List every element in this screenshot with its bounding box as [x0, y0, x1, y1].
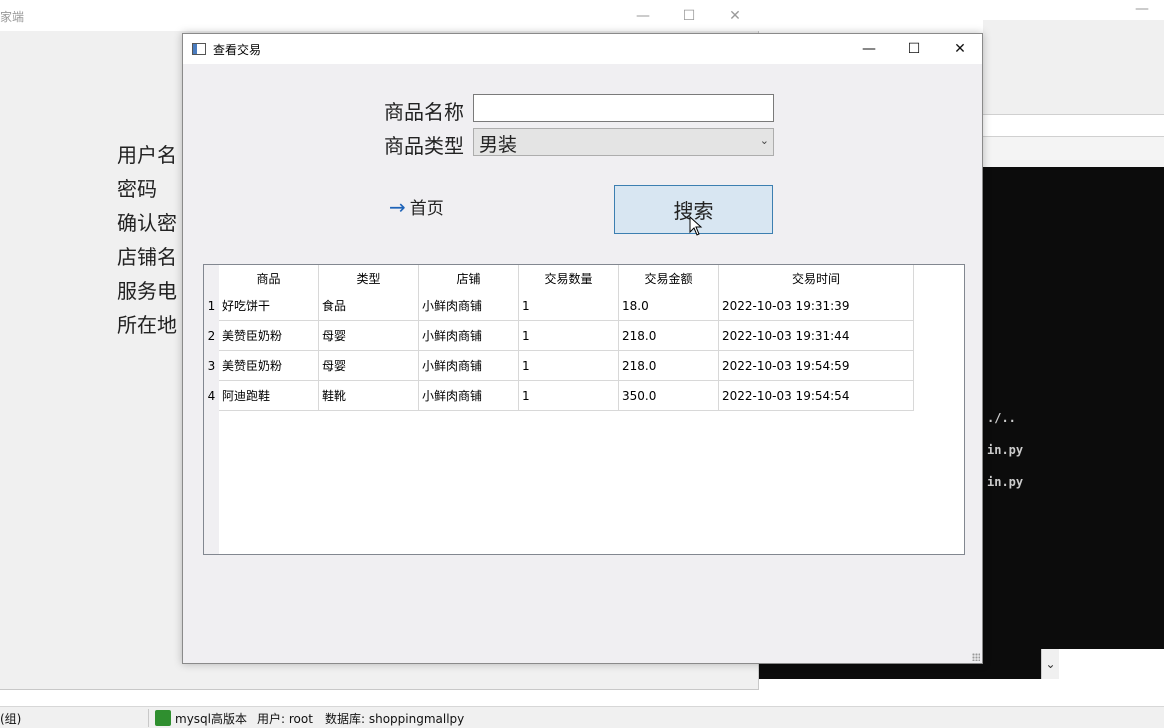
mysql-icon — [155, 710, 171, 726]
cell-amount[interactable]: 218.0 — [619, 321, 719, 351]
product-name-input[interactable] — [473, 94, 774, 122]
cell-quantity[interactable]: 1 — [519, 291, 619, 321]
right-window-body — [983, 20, 1164, 115]
product-name-label: 商品名称 — [384, 100, 464, 124]
status-bar: (组) mysql高版本 用户: root 数据库: shoppingmallp… — [0, 706, 1164, 728]
cell-type[interactable]: 鞋靴 — [319, 381, 419, 411]
status-database: 数据库: shoppingmallpy — [325, 712, 465, 726]
close-icon[interactable]: ✕ — [937, 34, 983, 64]
terminal-line: in.py — [987, 475, 1024, 489]
column-header-time[interactable]: 交易时间 — [719, 265, 914, 291]
background-window-titlebar: 家端 — ☐ ✕ — [0, 0, 759, 31]
bg-maximize-icon[interactable]: ☐ — [666, 0, 712, 31]
product-type-value: 男装 — [479, 134, 518, 156]
cell-product[interactable]: 好吃饼干 — [219, 291, 319, 321]
cell-time[interactable]: 2022-10-03 19:31:44 — [719, 321, 914, 351]
cell-type[interactable]: 母婴 — [319, 351, 419, 381]
right-window-strip — [983, 115, 1164, 137]
window-app-icon — [192, 43, 206, 55]
product-type-label: 商品类型 — [384, 134, 464, 158]
cell-product[interactable]: 美赞臣奶粉 — [219, 351, 319, 381]
background-form-labels: 用户名 密码 确认密 店铺名 服务电 所在地 — [117, 140, 183, 344]
bg-label-shopname: 店铺名 — [117, 245, 177, 269]
dialog-titlebar: 查看交易 — ☐ ✕ — [183, 34, 982, 64]
bg-close-icon[interactable]: ✕ — [712, 0, 758, 31]
right-window-header — [983, 137, 1164, 167]
cell-amount[interactable]: 18.0 — [619, 291, 719, 321]
column-header-amount[interactable]: 交易金额 — [619, 265, 719, 291]
status-user: 用户: root — [257, 712, 313, 726]
bg-label-location: 所在地 — [117, 313, 177, 337]
bg-label-confirm: 确认密 — [117, 211, 177, 235]
scroll-down-icon[interactable]: ⌄ — [1041, 649, 1059, 679]
minimize-icon[interactable]: — — [846, 34, 892, 64]
cell-product[interactable]: 阿迪跑鞋 — [219, 381, 319, 411]
arrow-right-icon: → — [389, 195, 406, 219]
cell-quantity[interactable]: 1 — [519, 381, 619, 411]
terminal-line: in.py — [987, 443, 1024, 457]
cell-amount[interactable]: 350.0 — [619, 381, 719, 411]
resize-grip-icon[interactable] — [972, 653, 980, 661]
column-header-product[interactable]: 商品 — [219, 265, 319, 291]
cell-time[interactable]: 2022-10-03 19:54:54 — [719, 381, 914, 411]
bg-label-password: 密码 — [117, 177, 157, 201]
cell-type[interactable]: 母婴 — [319, 321, 419, 351]
cell-shop[interactable]: 小鲜肉商铺 — [419, 291, 519, 321]
status-mysql-label: mysql高版本 — [175, 712, 247, 726]
cell-product[interactable]: 美赞臣奶粉 — [219, 321, 319, 351]
row-number[interactable]: 2 — [204, 321, 219, 351]
status-left-text: (组) — [0, 712, 22, 726]
row-number[interactable]: 3 — [204, 351, 219, 381]
cell-shop[interactable]: 小鲜肉商铺 — [419, 381, 519, 411]
cell-quantity[interactable]: 1 — [519, 321, 619, 351]
status-separator — [148, 709, 149, 727]
view-transactions-dialog: 查看交易 — ☐ ✕ 商品名称 商品类型 男装 ⌄ → 首页 搜索 商品 类型 店… — [182, 33, 983, 664]
dialog-title: 查看交易 — [213, 43, 262, 57]
cell-type[interactable]: 食品 — [319, 291, 419, 321]
mouse-cursor-icon — [689, 216, 703, 236]
right-window-titlebar: — — [759, 0, 1164, 20]
row-number[interactable]: 4 — [204, 381, 219, 411]
table-corner — [204, 265, 219, 291]
terminal-line: ./.. — [987, 411, 1016, 425]
home-link[interactable]: → 首页 — [389, 194, 444, 219]
row-number[interactable]: 1 — [204, 291, 219, 321]
chevron-down-icon: ⌄ — [759, 134, 769, 147]
cell-amount[interactable]: 218.0 — [619, 351, 719, 381]
bg-minimize-icon[interactable]: — — [620, 0, 666, 31]
cell-shop[interactable]: 小鲜肉商铺 — [419, 321, 519, 351]
home-link-label: 首页 — [409, 199, 444, 219]
bg-label-phone: 服务电 — [117, 279, 177, 303]
column-header-type[interactable]: 类型 — [319, 265, 419, 291]
column-header-quantity[interactable]: 交易数量 — [519, 265, 619, 291]
bg-label-username: 用户名 — [117, 143, 177, 167]
terminal-window: ./.. in.py in.py — [983, 167, 1164, 649]
cell-time[interactable]: 2022-10-03 19:31:39 — [719, 291, 914, 321]
cell-shop[interactable]: 小鲜肉商铺 — [419, 351, 519, 381]
product-type-select[interactable]: 男装 ⌄ — [473, 128, 774, 156]
background-window-title: 家端 — [0, 10, 25, 24]
cell-quantity[interactable]: 1 — [519, 351, 619, 381]
column-header-shop[interactable]: 店铺 — [419, 265, 519, 291]
transactions-table[interactable]: 商品 类型 店铺 交易数量 交易金额 交易时间 1 好吃饼干 食品 小鲜肉商铺 … — [203, 264, 965, 555]
cell-time[interactable]: 2022-10-03 19:54:59 — [719, 351, 914, 381]
maximize-icon[interactable]: ☐ — [891, 34, 937, 64]
